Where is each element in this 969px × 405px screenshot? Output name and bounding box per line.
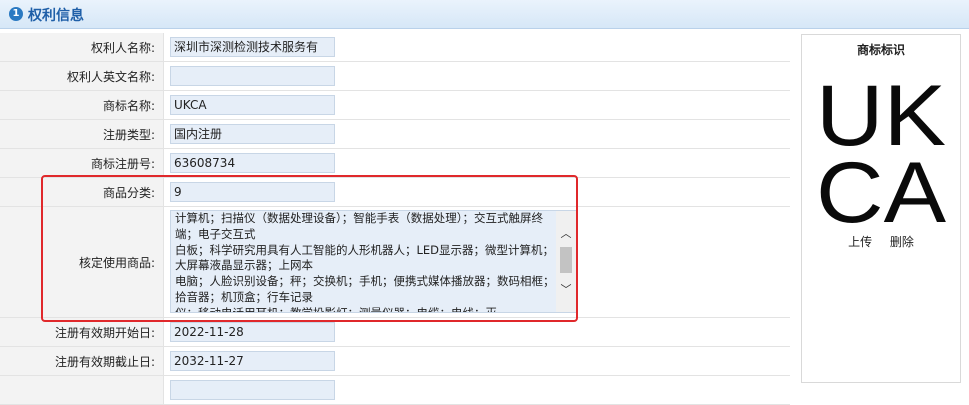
goods-class-field[interactable]: 9	[170, 182, 335, 202]
owner-name-label: 权利人名称:	[0, 33, 164, 61]
owner-english-name-label: 权利人英文名称:	[0, 62, 164, 90]
registration-number-label: 商标注册号:	[0, 149, 164, 177]
valid-start-label: 注册有效期开始日:	[0, 318, 164, 346]
valid-start-field[interactable]: 2022-11-28	[170, 322, 335, 342]
trademark-name-label: 商标名称:	[0, 91, 164, 119]
owner-name-field[interactable]: 深圳市深测检测技术服务有	[170, 37, 335, 57]
trademark-panel-title: 商标标识	[856, 43, 905, 57]
partial-row-field[interactable]	[170, 380, 335, 400]
row-goods-class: 商品分类: 9	[0, 178, 790, 207]
approved-goods-text: 计算机；扫描仪（数据处理设备）；智能手表（数据处理）；交互式触屏终端；电子交互式…	[175, 211, 555, 313]
valid-end-field[interactable]: 2032-11-27	[170, 351, 335, 371]
valid-end-label: 注册有效期截止日:	[0, 347, 164, 375]
section-header: 1 权利信息	[0, 0, 969, 29]
row-trademark-name: 商标名称: UKCA	[0, 91, 790, 120]
row-approved-goods: 核定使用商品: 计算机；扫描仪（数据处理设备）；智能手表（数据处理）；交互式触屏…	[0, 207, 790, 318]
partial-row-label	[0, 376, 164, 404]
registration-type-field[interactable]: 国内注册	[170, 124, 335, 144]
row-registration-type: 注册类型: 国内注册	[0, 120, 790, 149]
trademark-name-field[interactable]: UKCA	[170, 95, 335, 115]
scroll-thumb[interactable]	[560, 247, 572, 273]
section-title: 权利信息	[28, 8, 84, 24]
approved-goods-scrollbar[interactable]: ︿ ﹀	[556, 211, 576, 312]
scroll-down-icon[interactable]: ﹀	[559, 283, 573, 297]
registration-type-label: 注册类型:	[0, 120, 164, 148]
row-registration-number: 商标注册号: 63608734	[0, 149, 790, 178]
row-partial	[0, 376, 790, 405]
row-valid-end: 注册有效期截止日: 2032-11-27	[0, 347, 790, 376]
goods-class-label: 商品分类:	[0, 178, 164, 206]
trademark-logo-line2: CA	[816, 145, 947, 241]
trademark-image: UK CA	[814, 65, 948, 257]
row-valid-start: 注册有效期开始日: 2022-11-28	[0, 318, 790, 347]
trademark-panel: 商标标识 UK CA 上传 删除	[801, 34, 961, 383]
row-owner-name: 权利人名称: 深圳市深测检测技术服务有	[0, 33, 790, 62]
row-owner-english-name: 权利人英文名称:	[0, 62, 790, 91]
registration-number-field[interactable]: 63608734	[170, 153, 335, 173]
approved-goods-textarea[interactable]: 计算机；扫描仪（数据处理设备）；智能手表（数据处理）；交互式触屏终端；电子交互式…	[170, 210, 577, 313]
upload-link[interactable]: 上传	[848, 235, 872, 249]
delete-link[interactable]: 删除	[890, 235, 914, 249]
trademark-actions: 上传 删除	[802, 233, 960, 250]
owner-english-name-field[interactable]	[170, 66, 335, 86]
approved-goods-label: 核定使用商品:	[0, 207, 164, 317]
scroll-up-icon[interactable]: ︿	[559, 227, 573, 241]
section-number-badge: 1	[9, 7, 23, 21]
